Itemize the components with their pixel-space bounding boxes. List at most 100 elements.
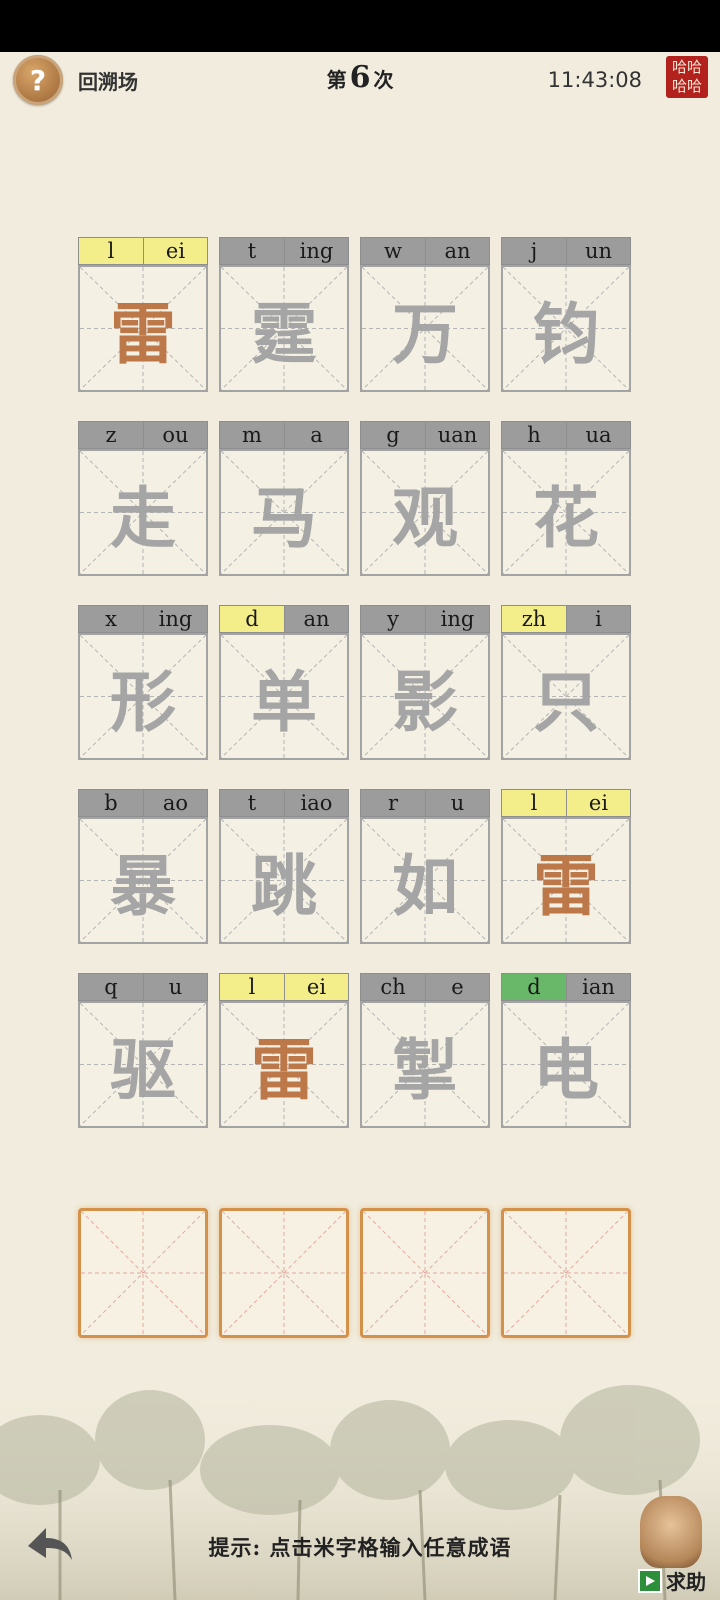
guess-cell: ma 马 (219, 421, 349, 576)
pinyin-final: ao (144, 790, 207, 816)
pinyin-initial: m (220, 422, 285, 448)
guess-cell: ch e 掣 (360, 973, 490, 1128)
answer-character (81, 1211, 207, 1334)
pinyin-final: ing (426, 606, 489, 632)
pinyin-final: ei (285, 974, 348, 1000)
guess-character: 暴 (110, 846, 176, 925)
pinyin-final: an (285, 606, 348, 632)
pinyin-initial: z (79, 422, 144, 448)
character-grid: 马 (219, 449, 349, 576)
answer-input-slot[interactable] (78, 1208, 208, 1338)
pinyin-bar: w an (360, 237, 490, 265)
guess-cell: w an 万 (360, 237, 490, 392)
guess-character: 驱 (110, 1030, 176, 1109)
pinyin-initial: zh (502, 606, 567, 632)
character-grid: 暴 (78, 817, 208, 944)
guess-cell: b ao 暴 (78, 789, 208, 944)
pinyin-final: ei (567, 790, 630, 816)
pinyin-initial: l (502, 790, 567, 816)
guess-cell: l ei 雷 (219, 973, 349, 1128)
pinyin-bar: t iao (219, 789, 349, 817)
landscape-background (0, 1380, 720, 1600)
pinyin-final: uan (426, 422, 489, 448)
pinyin-initial: d (502, 974, 567, 1000)
pinyin-bar: z ou (78, 421, 208, 449)
round-suffix: 次 (373, 68, 394, 92)
pinyin-bar: zh i (501, 605, 631, 633)
pinyin-final: ua (567, 422, 630, 448)
guess-character: 掣 (392, 1030, 458, 1109)
pinyin-final: ou (144, 422, 207, 448)
character-grid: 跳 (219, 817, 349, 944)
pinyin-initial: r (361, 790, 426, 816)
round-prefix: 第 (326, 68, 347, 92)
pinyin-final: un (567, 238, 630, 264)
character-grid: 雷 (219, 1001, 349, 1128)
character-grid: 掣 (360, 1001, 490, 1128)
top-bar: ? 回溯场 第6次 11:43:08 哈哈 哈哈 (0, 52, 720, 112)
answer-input-slot[interactable] (219, 1208, 349, 1338)
character-grid: 花 (501, 449, 631, 576)
scholar-avatar (640, 1496, 702, 1568)
pinyin-final: u (426, 790, 489, 816)
pinyin-final: iao (285, 790, 348, 816)
character-grid: 形 (78, 633, 208, 760)
guess-cell: x ing 形 (78, 605, 208, 760)
guess-cell: g uan 观 (360, 421, 490, 576)
guess-character: 花 (533, 478, 599, 557)
help-request-text: 求助 (666, 1570, 706, 1594)
guess-character: 钧 (533, 294, 599, 373)
answer-input-slot[interactable] (501, 1208, 631, 1338)
help-request-label: 求助 (638, 1566, 706, 1595)
pinyin-bar: g uan (360, 421, 490, 449)
pinyin-initial: h (502, 422, 567, 448)
guess-cell: d an 单 (219, 605, 349, 760)
pinyin-final: an (426, 238, 489, 264)
guess-cell: d ian 电 (501, 973, 631, 1128)
guess-cell: qu 驱 (78, 973, 208, 1128)
pinyin-final: i (567, 606, 630, 632)
guess-cell: h ua 花 (501, 421, 631, 576)
pinyin-bar: l ei (78, 237, 208, 265)
pinyin-final: ing (285, 238, 348, 264)
guess-character: 雷 (251, 1030, 317, 1109)
pinyin-initial: y (361, 606, 426, 632)
guess-character: 霆 (251, 294, 317, 373)
guess-character: 只 (533, 662, 599, 741)
pinyin-bar: t ing (219, 237, 349, 265)
pinyin-bar: ru (360, 789, 490, 817)
character-grid: 走 (78, 449, 208, 576)
character-grid: 观 (360, 449, 490, 576)
character-grid: 电 (501, 1001, 631, 1128)
character-grid: 如 (360, 817, 490, 944)
character-grid: 万 (360, 265, 490, 392)
pinyin-bar: d ian (501, 973, 631, 1001)
seal-logo[interactable]: 哈哈 哈哈 (666, 56, 708, 98)
pinyin-initial: l (220, 974, 285, 1000)
guess-cell: y ing 影 (360, 605, 490, 760)
pinyin-bar: j un (501, 237, 631, 265)
guess-cell: l ei 雷 (501, 789, 631, 944)
pinyin-bar: ma (219, 421, 349, 449)
guess-cell: zh i 只 (501, 605, 631, 760)
guess-character: 形 (110, 662, 176, 741)
pinyin-initial: t (220, 238, 285, 264)
character-grid: 雷 (78, 265, 208, 392)
pinyin-initial: w (361, 238, 426, 264)
character-grid: 单 (219, 633, 349, 760)
guess-character: 单 (251, 662, 317, 741)
hint-text: 提示: 点击米字格输入任意成语 (208, 1535, 512, 1560)
pinyin-bar: qu (78, 973, 208, 1001)
help-request-button[interactable]: 求助 (632, 1496, 714, 1600)
pinyin-bar: ch e (360, 973, 490, 1001)
pinyin-initial: x (79, 606, 144, 632)
guess-cell: z ou 走 (78, 421, 208, 576)
guess-character: 观 (392, 478, 458, 557)
answer-input-slot[interactable] (360, 1208, 490, 1338)
pinyin-initial: d (220, 606, 285, 632)
answer-character (222, 1211, 348, 1334)
timer: 11:43:08 (547, 68, 642, 92)
pinyin-final: ian (567, 974, 630, 1000)
guess-cell: t iao 跳 (219, 789, 349, 944)
pinyin-initial: g (361, 422, 426, 448)
